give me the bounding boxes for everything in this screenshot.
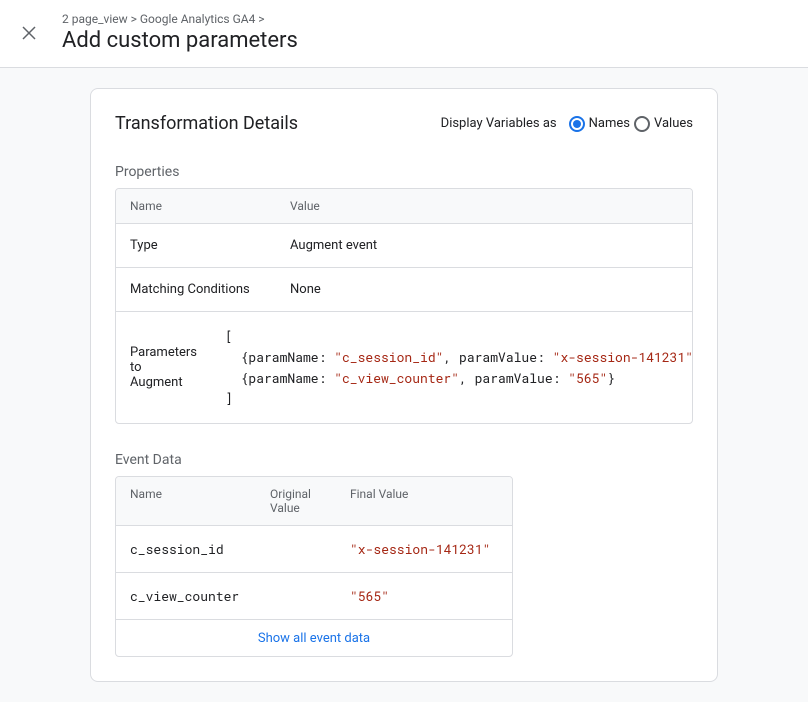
- transformation-details-card: Transformation Details Display Variables…: [90, 88, 718, 682]
- prop-name: Type: [116, 224, 276, 267]
- table-row: Type Augment event: [116, 224, 692, 268]
- event-original: [256, 582, 336, 610]
- radio-icon: [634, 116, 650, 132]
- properties-table: Name Value Type Augment event Matching C…: [115, 188, 693, 424]
- table-row: c_session_id "x-session-141231": [116, 526, 512, 573]
- show-all-row: Show all event data: [116, 620, 512, 656]
- table-header-row: Name Value: [116, 189, 692, 224]
- show-all-link[interactable]: Show all event data: [258, 631, 370, 646]
- radio-names-label: Names: [589, 116, 630, 131]
- card-title: Transformation Details: [115, 113, 298, 134]
- prop-value-code: [ {paramName: "c_session_id", paramValue…: [211, 312, 693, 423]
- event-data-label: Event Data: [115, 452, 693, 468]
- event-data-table: Name Original Value Final Value c_sessio…: [115, 476, 513, 657]
- event-final: "x-session-141231": [336, 526, 512, 572]
- col-header-final: Final Value: [336, 477, 512, 525]
- table-row: c_view_counter "565": [116, 573, 512, 620]
- close-icon[interactable]: [20, 24, 38, 42]
- event-name: c_session_id: [116, 526, 256, 572]
- table-row: Parameters to Augment [ {paramName: "c_s…: [116, 312, 692, 423]
- radio-values[interactable]: Values: [634, 116, 693, 132]
- display-toggle-label: Display Variables as: [441, 116, 557, 131]
- radio-names[interactable]: Names: [569, 116, 630, 132]
- event-original: [256, 535, 336, 563]
- col-header-name: Name: [116, 477, 256, 525]
- event-name: c_view_counter: [116, 573, 256, 619]
- prop-value: Augment event: [276, 224, 692, 267]
- prop-name: Parameters to Augment: [116, 331, 211, 404]
- table-row: Matching Conditions None: [116, 268, 692, 312]
- breadcrumb: 2 page_view > Google Analytics GA4 >: [62, 12, 788, 26]
- col-header-name: Name: [116, 189, 276, 223]
- properties-label: Properties: [115, 164, 693, 180]
- col-header-value: Value: [276, 189, 692, 223]
- page-header: 2 page_view > Google Analytics GA4 > Add…: [0, 0, 808, 68]
- prop-name: Matching Conditions: [116, 268, 276, 311]
- radio-icon: [569, 116, 585, 132]
- table-header-row: Name Original Value Final Value: [116, 477, 512, 526]
- page-title: Add custom parameters: [62, 28, 788, 53]
- col-header-original: Original Value: [256, 477, 336, 525]
- display-variables-toggle: Display Variables as Names Values: [441, 116, 693, 132]
- prop-value: None: [276, 268, 692, 311]
- event-final: "565": [336, 573, 512, 619]
- radio-values-label: Values: [654, 116, 693, 131]
